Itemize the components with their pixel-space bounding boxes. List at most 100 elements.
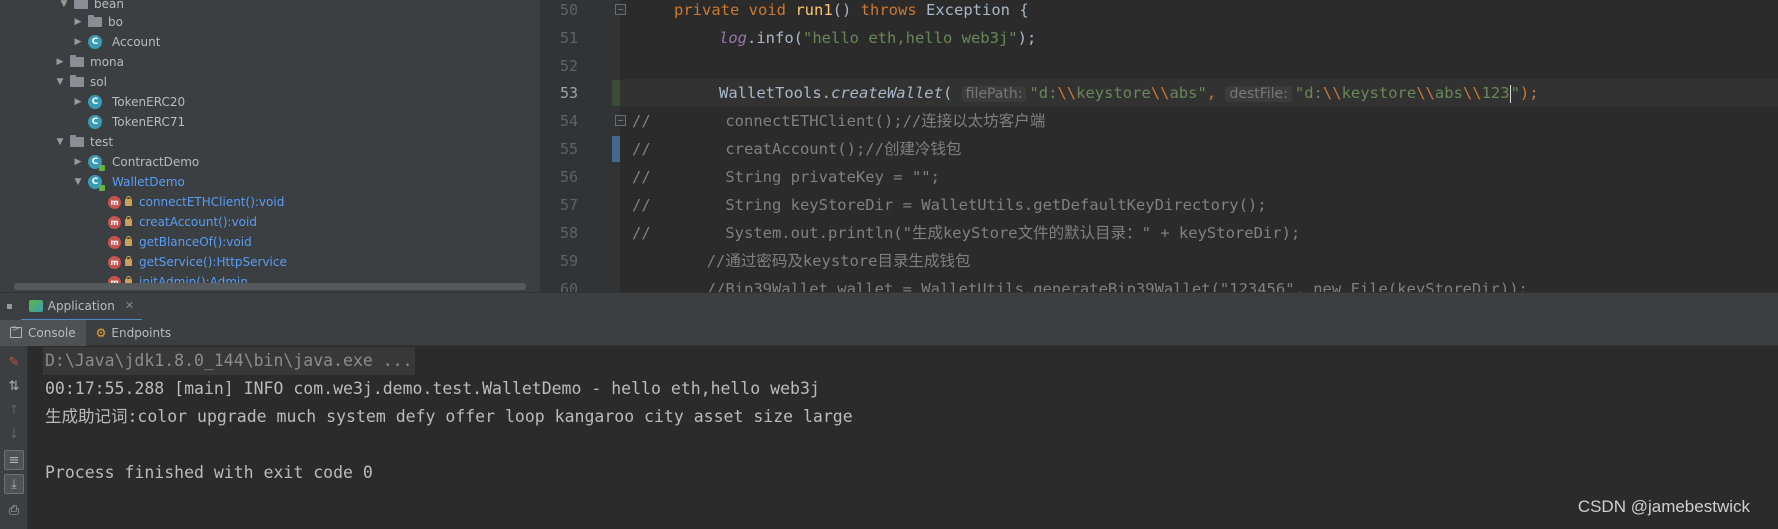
- tree-item-tokenerc20[interactable]: ▶ C TokenERC20: [72, 92, 185, 112]
- chevron-down-icon[interactable]: ▼: [54, 137, 66, 147]
- close-icon[interactable]: ✕: [125, 299, 134, 312]
- fold-icon[interactable]: −: [615, 4, 626, 15]
- tree-item-label: Account: [112, 35, 161, 49]
- keyword: void: [748, 1, 786, 19]
- chevron-right-icon[interactable]: ▶: [54, 57, 66, 67]
- class-icon: C: [88, 95, 102, 109]
- tree-item-contractdemo[interactable]: ▶ C ContractDemo: [72, 152, 199, 172]
- console-line-command[interactable]: D:\Java\jdk1.8.0_144\bin\java.exe ...: [43, 347, 415, 375]
- print-icon[interactable]: ⎙: [4, 500, 24, 520]
- chevron-right-icon[interactable]: ▶: [72, 37, 84, 47]
- code-line-58[interactable]: // System.out.println("生成keyStore文件的默认目录…: [632, 219, 1300, 247]
- string-literal: keystore: [1076, 84, 1151, 102]
- line-number: 58: [559, 224, 578, 242]
- chevron-down-icon[interactable]: ▼: [58, 0, 70, 9]
- tab-endpoints[interactable]: ⚙ Endpoints: [86, 320, 181, 346]
- chevron-right-icon[interactable]: ▶: [72, 97, 84, 107]
- tab-label: Console: [28, 325, 76, 340]
- chevron-right-icon[interactable]: ▶: [72, 157, 84, 167]
- horizontal-scrollbar[interactable]: [14, 283, 526, 290]
- tree-item-bo[interactable]: ▶ bo: [72, 12, 123, 32]
- string-literal: 123: [1481, 84, 1510, 102]
- code-line-56[interactable]: // String privateKey = "";: [632, 163, 940, 191]
- tree-item-method[interactable]: m getService():HttpService: [108, 252, 287, 272]
- pin-icon[interactable]: ▪: [6, 301, 13, 312]
- code-line-51[interactable]: log.info("hello eth,hello web3j");: [719, 24, 1036, 52]
- code-line-53[interactable]: WalletTools.createWallet( filePath: "d:\\…: [719, 79, 1539, 107]
- code-text: WalletTools.: [719, 84, 831, 102]
- code-line-57[interactable]: // String keyStoreDir = WalletUtils.getD…: [632, 191, 1267, 219]
- code-line-60[interactable]: //Bip39Wallet wallet = WalletUtils.gener…: [632, 275, 1528, 292]
- folder-icon: [70, 55, 84, 67]
- tree-item-label: getService():HttpService: [139, 255, 287, 269]
- clear-output-icon[interactable]: ✎: [4, 352, 24, 372]
- string-literal: abs: [1434, 84, 1463, 102]
- fold-icon[interactable]: −: [615, 115, 626, 126]
- tab-label: Application: [47, 298, 115, 313]
- line-number: 56: [559, 168, 578, 186]
- line-number: 51: [559, 29, 578, 47]
- sort-icon[interactable]: ⇅: [4, 376, 24, 396]
- method-call: createWallet: [830, 84, 943, 102]
- tab-console[interactable]: Console: [0, 319, 86, 346]
- chevron-right-icon[interactable]: ▶: [72, 17, 84, 27]
- tree-item-method[interactable]: m connectETHClient():void: [108, 192, 284, 212]
- string-literal: keystore: [1341, 84, 1417, 102]
- code-line-54[interactable]: // connectETHClient();//连接以太坊客户端: [632, 107, 1045, 135]
- escape-seq: \\: [1150, 84, 1170, 102]
- tree-item-label: test: [90, 135, 114, 149]
- code-line-59[interactable]: //通过密码及keystore目录生成钱包: [632, 247, 971, 275]
- arrow-down-icon[interactable]: ↓: [4, 424, 24, 444]
- escape-seq: \\: [1322, 84, 1342, 102]
- console-tab-bar: Console ⚙ Endpoints: [0, 319, 1778, 346]
- folder-icon: [74, 0, 88, 9]
- chevron-down-icon[interactable]: ▼: [54, 77, 66, 87]
- lock-icon: [125, 255, 132, 266]
- string-literal: abs": [1169, 84, 1207, 102]
- code-line-50[interactable]: private void run1() throws Exception {: [674, 0, 1029, 24]
- arrow-up-icon[interactable]: ↑: [4, 400, 24, 420]
- tree-item-label: connectETHClient():void: [139, 195, 285, 209]
- change-marker-modified[interactable]: [612, 136, 620, 162]
- tree-item-label: bean: [94, 0, 124, 11]
- change-marker-added[interactable]: [612, 80, 620, 106]
- escape-seq: \\: [1462, 84, 1482, 102]
- tree-item-walletdemo[interactable]: ▼ C WalletDemo: [72, 172, 185, 192]
- code-text: (): [832, 1, 861, 19]
- tree-item-tokenerc71[interactable]: C TokenERC71: [72, 112, 185, 132]
- string-literal: "d:: [1294, 84, 1323, 102]
- tree-item-account[interactable]: ▶ C Account: [72, 32, 160, 52]
- soft-wrap-icon[interactable]: ≡: [4, 450, 24, 470]
- tree-item-label: creatAccount():void: [139, 215, 257, 229]
- console-icon: [10, 324, 22, 338]
- line-number: 54: [559, 112, 578, 130]
- code-line-55[interactable]: // creatAccount();//创建冷钱包: [632, 135, 961, 163]
- console-output[interactable]: D:\Java\jdk1.8.0_144\bin\java.exe ... 00…: [28, 346, 1778, 529]
- folder-icon: [70, 135, 84, 147]
- console-toolbar: ✎ ⇅ ↑ ↓ ≡ ⤓ ⎙: [0, 346, 28, 529]
- chevron-down-icon[interactable]: ▼: [72, 177, 84, 187]
- class-icon: C: [88, 35, 102, 49]
- tree-item-method[interactable]: m creatAccount():void: [108, 212, 257, 232]
- tab-application[interactable]: Application ✕: [20, 292, 143, 321]
- field-ref: log: [719, 29, 747, 47]
- line-number: 59: [559, 252, 578, 270]
- tree-item-label: ContractDemo: [112, 155, 200, 169]
- method-icon: m: [108, 215, 121, 229]
- escape-seq: \\: [1416, 84, 1435, 102]
- lock-icon: [125, 215, 132, 226]
- tree-item-mona[interactable]: ▶ mona: [54, 52, 124, 72]
- spring-app-icon: [28, 299, 43, 312]
- folder-icon: [88, 15, 102, 27]
- string-literal: ": [1510, 84, 1520, 102]
- line-gutter: 50 51 52 53 54 55 56 57 58 59 60: [540, 0, 620, 292]
- tree-item-method[interactable]: m getBlanceOf():void: [108, 232, 252, 252]
- tree-item-label: TokenERC71: [112, 115, 186, 129]
- line-number-current: 53: [559, 84, 578, 102]
- tree-item-test[interactable]: ▼ test: [54, 132, 113, 152]
- line-number: 60: [559, 280, 578, 292]
- tree-item-label: TokenERC20: [112, 95, 186, 109]
- code-editor[interactable]: 50 51 52 53 54 55 56 57 58 59 60 − − pri…: [540, 0, 1778, 292]
- scroll-to-end-icon[interactable]: ⤓: [4, 474, 24, 494]
- tree-item-sol[interactable]: ▼ sol: [54, 72, 107, 92]
